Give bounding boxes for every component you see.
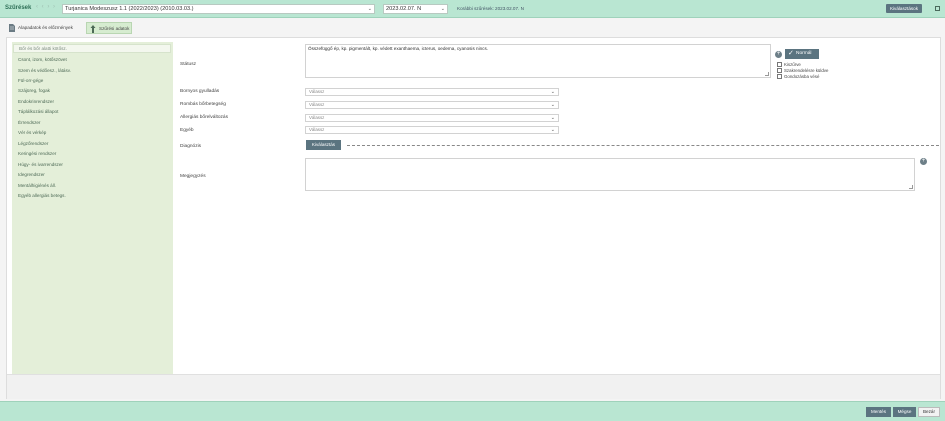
select-rombas-value: Válassz bbox=[309, 102, 325, 107]
main-panel: Bőr és bőr alatti kötősz. Csont, izom, k… bbox=[6, 37, 941, 399]
normal-button[interactable]: ✓ Normál bbox=[785, 49, 819, 59]
resize-handle-icon[interactable] bbox=[909, 185, 913, 189]
select-allergias[interactable]: Válassz ⌄ bbox=[305, 114, 559, 122]
date-select[interactable]: 2023.02.07. N ⌄ bbox=[383, 4, 448, 14]
page-title: Szűrések bbox=[5, 5, 32, 11]
chevron-down-icon: ⌄ bbox=[550, 127, 555, 133]
field-label-allergias: Allergiás bőrelváltozás bbox=[180, 115, 228, 120]
eset-select[interactable]: Turjanica Modeszusz 1.1 (2022/2023) (201… bbox=[62, 4, 375, 14]
previous-screenings-text: Korábbi szűrések: 2023.02.07. N bbox=[457, 6, 524, 11]
plus-circle-icon[interactable]: + bbox=[920, 158, 927, 165]
sidebar-item-legzo[interactable]: Légzőrendszer bbox=[18, 141, 48, 146]
tab-szuresi-adatok[interactable]: Szűrési adatok bbox=[86, 22, 132, 34]
sidebar: Bőr és bőr alatti kötősz. Csont, izom, k… bbox=[12, 42, 173, 375]
checkbox-gondozas-label: Gondozásba vésé bbox=[784, 74, 820, 79]
sidebar-item-keringes[interactable]: Keringési rendszer bbox=[18, 151, 56, 156]
chevron-down-icon: ⌄ bbox=[550, 115, 555, 121]
checkbox-gondozas[interactable]: Gondozásba vésé bbox=[777, 74, 820, 80]
sidebar-item-hugy[interactable]: Húgy- és ivarrendszer bbox=[18, 162, 63, 167]
expand-icon[interactable] bbox=[935, 6, 940, 11]
sidebar-item-errendszer[interactable]: Érrendszer bbox=[18, 120, 40, 125]
tab-bar: Alapadatok és előzmények Szűrési adatok bbox=[0, 19, 945, 36]
top-bar: Szűrések ‹ ‹ › › Turjanica Modeszusz 1.1… bbox=[0, 0, 945, 18]
bezar-button[interactable]: Bezár bbox=[918, 407, 940, 417]
chevron-down-icon: ⌄ bbox=[550, 102, 555, 108]
checkbox-kiszurve-label: Kiszűrve bbox=[784, 62, 801, 67]
checkbox-box[interactable] bbox=[777, 68, 782, 74]
sidebar-item-csont[interactable]: Csont, izom, kötőszövet bbox=[18, 57, 67, 62]
statusz-text: Összefüggő ép, kp. pigmentált, kp. védet… bbox=[308, 46, 489, 51]
plus-circle-icon[interactable]: + bbox=[775, 51, 782, 58]
statusz-textarea[interactable]: Összefüggő ép, kp. pigmentált, kp. védet… bbox=[305, 44, 771, 78]
normal-button-label: Normál bbox=[796, 51, 812, 56]
sidebar-item-ideg[interactable]: Idegrendszer bbox=[18, 172, 45, 177]
sidebar-item-taplalkozas[interactable]: Táplálkozási állapot bbox=[18, 109, 58, 114]
select-bornyos-value: Válassz bbox=[309, 89, 325, 94]
field-label-egyeb: Egyéb bbox=[180, 128, 194, 133]
chevron-down-icon: ⌄ bbox=[367, 6, 372, 12]
statusz-label: Státusz bbox=[180, 62, 196, 67]
eset-select-value: Turjanica Modeszusz 1.1 (2022/2023) (201… bbox=[65, 6, 194, 12]
check-icon: ✓ bbox=[788, 50, 794, 57]
record-nav-arrows[interactable]: ‹ ‹ › › bbox=[36, 4, 56, 10]
megjegyzes-textarea[interactable] bbox=[305, 158, 915, 191]
megse-button[interactable]: Mégse bbox=[893, 407, 916, 417]
panel-bottom-strip bbox=[7, 374, 940, 399]
checkbox-szakrendeles-label: Szakrendelésre küldve bbox=[784, 68, 829, 73]
sidebar-item-endokrin[interactable]: Endokrinrendszer bbox=[18, 99, 54, 104]
megjegyzes-label: Megjegyzés bbox=[180, 174, 206, 179]
diagnozis-label: Diagnózis bbox=[180, 144, 202, 149]
field-label-rombas: Rombás bőrbetegség bbox=[180, 102, 226, 107]
select-egyeb[interactable]: Válassz ⌄ bbox=[305, 126, 559, 134]
sidebar-item-ver[interactable]: Vér és vérkép bbox=[18, 130, 46, 135]
checkbox-box[interactable] bbox=[777, 74, 782, 80]
tab-szuresi-adatok-label: Szűrési adatok bbox=[99, 26, 130, 31]
checkbox-box[interactable] bbox=[777, 62, 782, 68]
sidebar-item-ful-orr-gege[interactable]: Fül-orr-gége bbox=[18, 78, 43, 83]
field-label-bornyos: Bornyos gyulladás bbox=[180, 89, 220, 94]
sidebar-item-szajureg[interactable]: Szájüreg, fogak bbox=[18, 88, 50, 93]
sidebar-item-mentalhigienes[interactable]: Mentálhigiénés áll. bbox=[18, 183, 56, 188]
select-allergias-value: Válassz bbox=[309, 115, 325, 120]
sidebar-item-bor[interactable]: Bőr és bőr alatti kötősz. bbox=[13, 44, 171, 53]
mentes-button[interactable]: Mentés bbox=[866, 407, 891, 417]
resize-handle-icon[interactable] bbox=[765, 72, 769, 76]
chevron-down-icon: ⌄ bbox=[440, 6, 445, 12]
document-icon bbox=[9, 24, 15, 32]
sidebar-item-szem[interactable]: Szem és védőesz., látásv. bbox=[18, 68, 71, 73]
person-upload-icon bbox=[90, 25, 96, 33]
date-select-value: 2023.02.07. N bbox=[386, 6, 422, 12]
kivalasztas-button[interactable]: Kiválasztás bbox=[306, 140, 341, 150]
select-rombas[interactable]: Válassz ⌄ bbox=[305, 101, 559, 109]
checkbox-szakrendeles[interactable]: Szakrendelésre küldve bbox=[777, 68, 829, 74]
tab-alapadatok[interactable]: Alapadatok és előzmények bbox=[6, 22, 84, 34]
checkbox-kiszurve[interactable]: Kiszűrve bbox=[777, 62, 801, 68]
select-bornyos[interactable]: Válassz ⌄ bbox=[305, 88, 559, 96]
select-egyeb-value: Válassz bbox=[309, 127, 325, 132]
diagnosis-divider bbox=[347, 145, 939, 146]
footer-bar: Mentés Mégse Bezár bbox=[0, 401, 945, 421]
kivalasztasok-button[interactable]: Kiválasztások bbox=[886, 4, 922, 13]
sidebar-item-egyeb-allergias[interactable]: Egyéb allergiás betegs. bbox=[18, 193, 66, 198]
chevron-down-icon: ⌄ bbox=[550, 89, 555, 95]
tab-alapadatok-label: Alapadatok és előzmények bbox=[18, 25, 73, 30]
